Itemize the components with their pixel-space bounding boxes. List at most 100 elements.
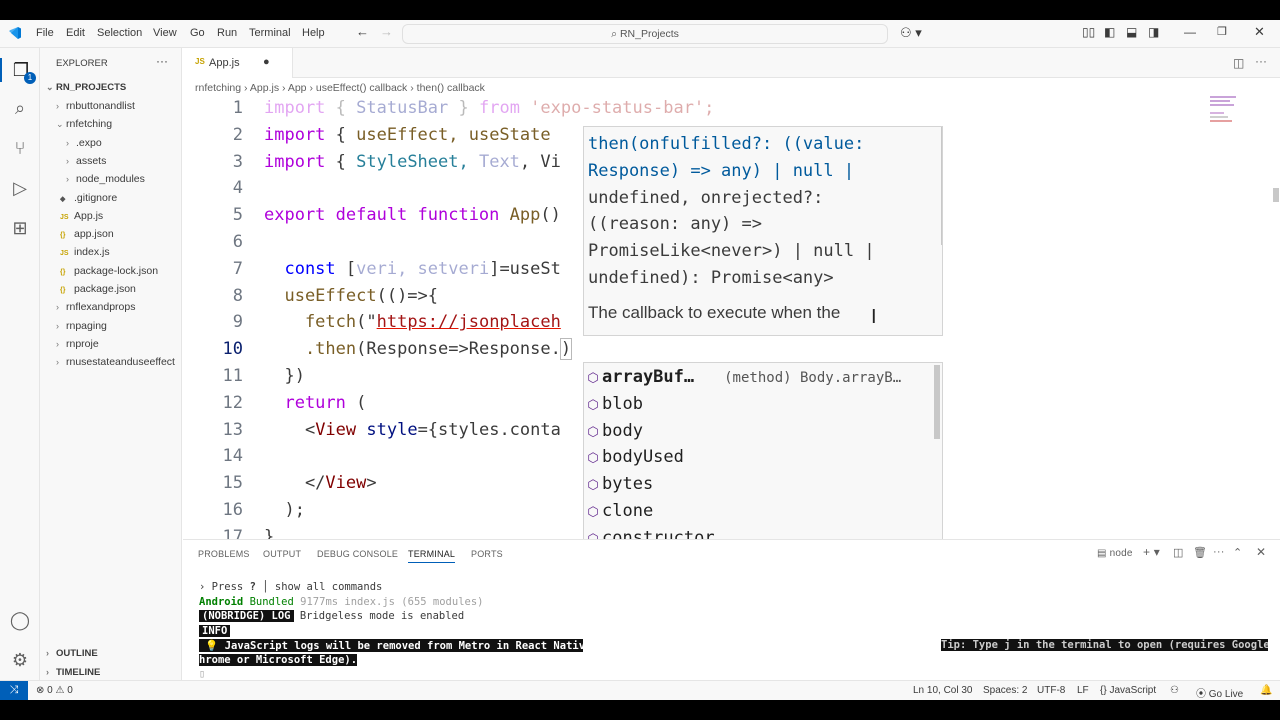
tab-output[interactable]: OUTPUT xyxy=(263,549,301,559)
copilot-icon[interactable]: ⚇ ▾ xyxy=(900,25,922,41)
tree-item[interactable]: › rnproje xyxy=(56,338,99,350)
outline-section[interactable]: › OUTLINE xyxy=(46,648,98,659)
tree-item[interactable]: ⌄ rnfetching xyxy=(56,118,112,130)
toggle-sidebar-icon[interactable]: ◧ xyxy=(1104,25,1115,39)
breadcrumb-app[interactable]: App xyxy=(288,82,307,94)
code-line[interactable]: </View> xyxy=(264,473,377,493)
code-line[interactable]: <View style={styles.conta xyxy=(264,420,561,440)
menu-go[interactable]: Go xyxy=(190,27,205,39)
menu-selection[interactable]: Selection xyxy=(97,27,142,39)
suggest-item[interactable]: ⬡ arrayBuf… (method) Body.arrayB… xyxy=(584,364,942,391)
encoding[interactable]: UTF-8 xyxy=(1037,685,1065,696)
cursor-position[interactable]: Ln 10, Col 30 xyxy=(913,685,973,696)
code-line[interactable]: return ( xyxy=(264,393,366,413)
tree-item[interactable]: › rnpaging xyxy=(56,320,107,332)
breadcrumb-file[interactable]: App.js xyxy=(250,82,279,94)
tree-item[interactable]: › assets xyxy=(66,155,106,167)
tab-ports[interactable]: PORTS xyxy=(471,549,503,559)
tree-item[interactable]: › rnflexandprops xyxy=(56,301,135,313)
end-of-line[interactable]: LF xyxy=(1077,685,1089,696)
tree-item[interactable]: › node_modules xyxy=(66,173,145,185)
suggest-scrollbar[interactable] xyxy=(934,365,940,439)
tree-item[interactable]: {} package-lock.json xyxy=(60,265,158,277)
restore-icon[interactable]: ❐ xyxy=(1217,25,1227,38)
tree-item[interactable]: {} app.json xyxy=(60,228,114,240)
trash-icon[interactable]: 🗑 xyxy=(1193,546,1207,559)
maximize-panel-icon[interactable]: ⌃ xyxy=(1233,546,1242,559)
layout-icon[interactable]: ▯▯ xyxy=(1082,25,1095,39)
editor-more-icon[interactable]: ··· xyxy=(1255,54,1267,68)
forward-arrow-icon[interactable]: → xyxy=(380,24,393,39)
terminal-instance[interactable]: ▤ node xyxy=(1097,548,1133,559)
tab-problems[interactable]: PROBLEMS xyxy=(198,549,250,559)
code-line[interactable]: const [veri, setveri]=useSt xyxy=(264,259,560,279)
toggle-panel-icon[interactable]: ⬓ xyxy=(1126,25,1137,39)
tree-item[interactable]: › rnusestateanduseeffect xyxy=(56,356,175,368)
tab-terminal[interactable]: TERMINAL xyxy=(408,549,456,563)
minimap[interactable] xyxy=(1210,94,1246,130)
code-line[interactable]: useEffect(()=>{ xyxy=(264,286,438,306)
code-line[interactable]: fetch("https://jsonplaceh xyxy=(264,312,561,332)
more-actions-icon[interactable]: ··· xyxy=(156,54,168,68)
breadcrumb-useeffect[interactable]: useEffect() callback xyxy=(316,82,407,94)
menu-view[interactable]: View xyxy=(153,27,177,39)
timeline-section[interactable]: › TIMELINE xyxy=(46,667,100,678)
tree-item[interactable]: › .expo xyxy=(66,137,102,149)
problems-count[interactable]: ⊗ 0 ⚠ 0 xyxy=(36,685,73,696)
split-editor-icon[interactable]: ◫ xyxy=(1233,56,1244,70)
search-icon[interactable]: ⌕ xyxy=(8,96,32,120)
remote-icon[interactable]: ⤨ xyxy=(0,681,28,700)
copilot-status-icon[interactable]: ⚇ xyxy=(1170,685,1179,696)
new-terminal-icon[interactable]: + ▾ xyxy=(1143,545,1160,559)
code-line[interactable]: import { StyleSheet, Text, Vi xyxy=(264,152,561,172)
unsaved-dot-icon[interactable]: ● xyxy=(263,56,270,68)
tree-item[interactable]: JS index.js xyxy=(60,246,110,258)
suggest-item[interactable]: ⬡ bytes xyxy=(584,471,942,498)
code-line[interactable]: import { useEffect, useState xyxy=(264,125,551,145)
hover-scrollbar[interactable] xyxy=(941,127,942,245)
tree-item[interactable]: {} package.json xyxy=(60,283,136,295)
code-line[interactable]: }) xyxy=(264,366,304,386)
indentation[interactable]: Spaces: 2 xyxy=(983,685,1027,696)
workspace-root[interactable]: ⌄ RN_PROJECTS xyxy=(46,82,126,93)
tab-app-js[interactable]: JS App.js ● xyxy=(183,48,293,78)
tree-item[interactable]: ◆ .gitignore xyxy=(60,192,117,204)
run-debug-icon[interactable]: ▷ xyxy=(8,176,32,200)
tree-item[interactable]: › rnbuttonandlist xyxy=(56,100,135,112)
suggest-item[interactable]: ⬡ body xyxy=(584,418,942,445)
close-icon[interactable]: ✕ xyxy=(1254,24,1265,40)
tab-debug-console[interactable]: DEBUG CONSOLE xyxy=(317,549,398,559)
toggle-secondary-icon[interactable]: ◨ xyxy=(1148,25,1159,39)
minimize-icon[interactable]: — xyxy=(1184,25,1196,39)
panel-more-icon[interactable]: ··· xyxy=(1213,546,1225,558)
code-line[interactable]: export default function App() xyxy=(264,205,561,225)
tree-item[interactable]: JS App.js xyxy=(60,210,103,222)
code-line[interactable]: .then(Response=>Response.) xyxy=(264,338,573,361)
notifications-bell-icon[interactable]: 🔔 xyxy=(1260,685,1272,696)
breadcrumb-folder[interactable]: rnfetching xyxy=(195,82,241,94)
back-arrow-icon[interactable]: ← xyxy=(356,24,369,39)
account-icon[interactable]: ◯ xyxy=(8,608,32,632)
extensions-icon[interactable]: ⊞ xyxy=(8,216,32,240)
menu-help[interactable]: Help xyxy=(302,27,325,39)
explorer-icon[interactable]: ❐ 1 xyxy=(0,58,40,84)
editor-scrollbar[interactable] xyxy=(1273,188,1279,202)
code-line[interactable]: import { StatusBar } from 'expo-status-b… xyxy=(264,98,714,118)
suggest-item[interactable]: ⬡ blob xyxy=(584,391,942,418)
suggest-item[interactable]: ⬡ bodyUsed xyxy=(584,444,942,471)
suggest-item[interactable]: ⬡ clone xyxy=(584,498,942,525)
language-mode[interactable]: {} JavaScript xyxy=(1100,685,1156,696)
terminal-cursor[interactable]: ▯ xyxy=(199,668,205,680)
menu-edit[interactable]: Edit xyxy=(66,27,85,39)
command-center[interactable]: ⌕ RN_Projects xyxy=(402,24,888,44)
source-control-icon[interactable]: ⑂ xyxy=(8,136,32,160)
breadcrumb-then[interactable]: then() callback xyxy=(417,82,485,94)
go-live-button[interactable]: ⦿ Go Live xyxy=(1196,685,1243,700)
menu-terminal[interactable]: Terminal xyxy=(249,27,291,39)
menu-run[interactable]: Run xyxy=(217,27,237,39)
menu-file[interactable]: File xyxy=(36,27,54,39)
settings-gear-icon[interactable]: ⚙ xyxy=(8,648,32,672)
close-panel-icon[interactable]: ✕ xyxy=(1256,545,1266,559)
code-line[interactable]: ); xyxy=(264,500,304,520)
split-terminal-icon[interactable]: ◫ xyxy=(1173,546,1184,559)
